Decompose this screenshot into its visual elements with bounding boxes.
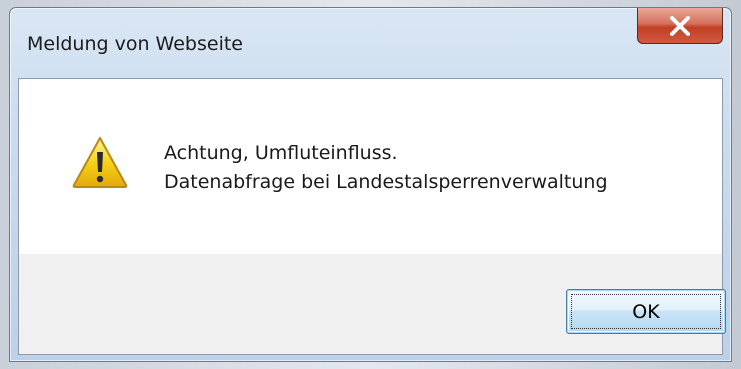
close-icon [669,15,691,36]
title-bar[interactable]: Meldung von Webseite [10,8,731,78]
message-line-2: Datenabfrage bei Landestalsperrenverwalt… [164,171,608,193]
message-area: Achtung, Umfluteinfluss. Datenabfrage be… [19,79,722,254]
close-button[interactable] [637,8,723,44]
ok-button[interactable]: OK [566,289,726,334]
ok-button-label: OK [632,300,660,323]
dialog-body: Achtung, Umfluteinfluss. Datenabfrage be… [18,78,726,355]
dialog-title: Meldung von Webseite [27,33,243,55]
dialog-window: Meldung von Webseite Achtung, Umfluteinf… [9,7,732,362]
warning-icon [71,135,129,189]
message-line-1: Achtung, Umfluteinfluss. [164,142,398,164]
message-text: Achtung, Umfluteinfluss. Datenabfrage be… [164,139,608,197]
